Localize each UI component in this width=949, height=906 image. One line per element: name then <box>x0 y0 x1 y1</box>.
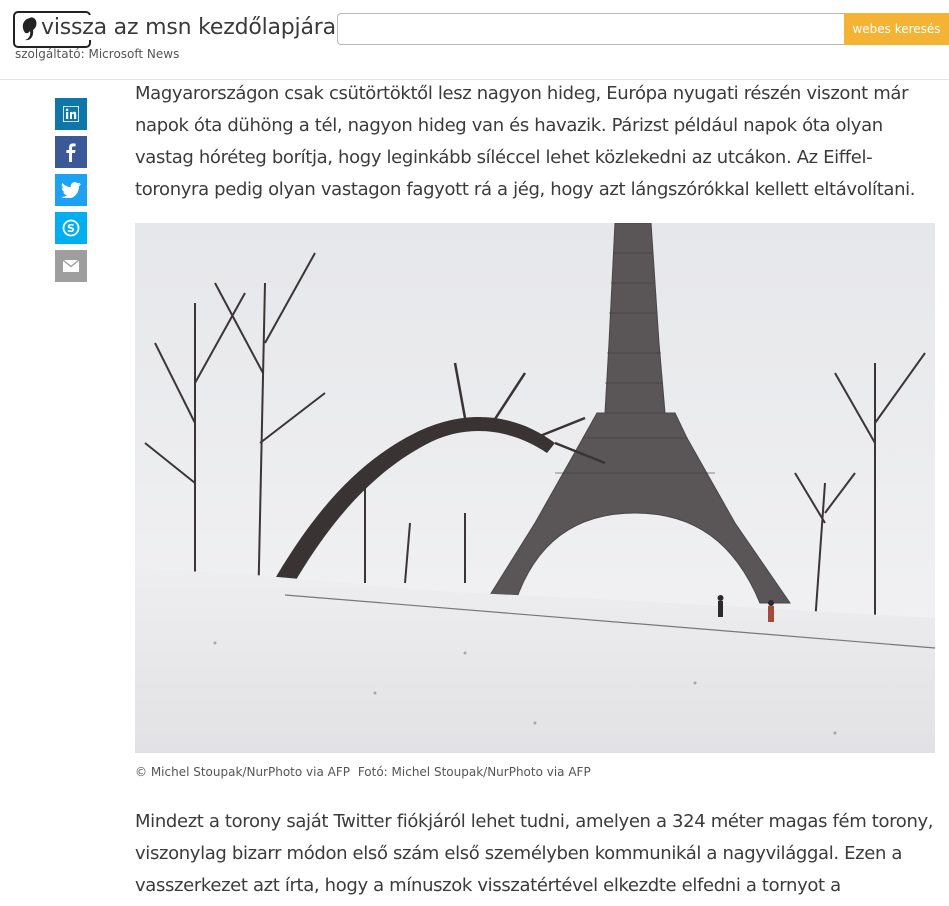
article-paragraph: Magyarországon csak csütörtöktől lesz na… <box>135 83 916 200</box>
facebook-icon <box>66 143 76 162</box>
share-facebook-button[interactable] <box>55 136 87 168</box>
share-skype-button[interactable]: S <box>55 212 87 244</box>
svg-text:S: S <box>67 222 75 235</box>
share-linkedin-button[interactable] <box>55 98 87 130</box>
provider-label: szolgáltató: Microsoft News <box>15 47 180 61</box>
photo-credit: © Michel Stoupak/NurPhoto via AFP <box>135 765 350 779</box>
web-search-form: webes keresés <box>337 13 949 47</box>
top-bar: vissza az msn kezdőlapjára szolgáltató: … <box>0 0 949 80</box>
back-to-msn-link[interactable]: vissza az msn kezdőlapjára <box>40 15 336 40</box>
linkedin-icon <box>63 106 79 122</box>
mail-icon <box>63 260 79 272</box>
skype-icon: S <box>62 219 80 237</box>
search-input[interactable] <box>337 13 859 45</box>
photo-caption: © Michel Stoupak/NurPhoto via AFP Fotó: … <box>135 765 591 779</box>
web-search-button[interactable]: webes keresés <box>844 13 949 45</box>
twitter-icon <box>61 182 81 198</box>
photo-source: Fotó: Michel Stoupak/NurPhoto via AFP <box>357 765 591 779</box>
share-twitter-button[interactable] <box>55 174 87 206</box>
article-paragraph: Mindezt a torony saját Twitter fiókjáról… <box>135 811 934 896</box>
share-email-button[interactable] <box>55 250 87 282</box>
eiffel-tower-snow-photo <box>135 223 935 753</box>
